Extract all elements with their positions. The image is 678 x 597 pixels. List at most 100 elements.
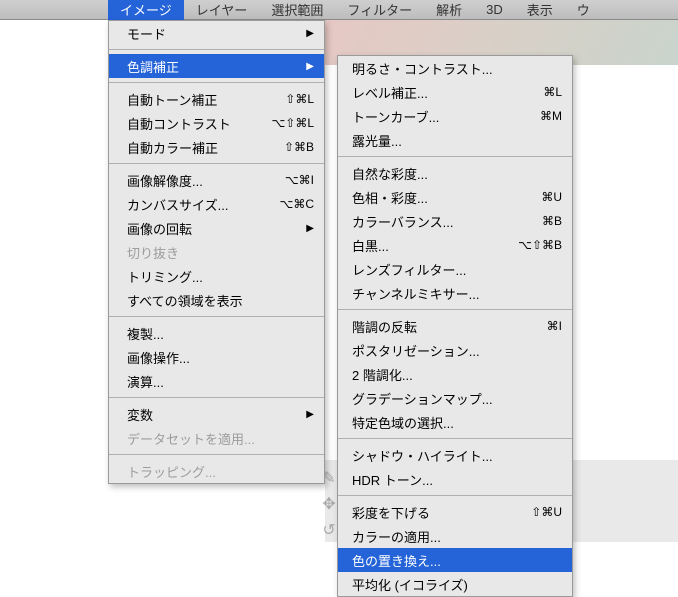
menu-item[interactable]: 色の置き換え...: [338, 548, 572, 572]
menu-item-shortcut: ⌘M: [540, 109, 562, 123]
menu-item[interactable]: カラーバランス... ⌘B: [338, 209, 572, 233]
menu-item-label: 自然な彩度...: [352, 164, 562, 183]
menu-item[interactable]: ポスタリゼーション...: [338, 338, 572, 362]
menubar-item[interactable]: 3D: [474, 0, 515, 20]
menu-item-shortcut: ⌥⌘C: [280, 197, 315, 211]
menu-item: 切り抜き: [109, 240, 324, 264]
menu-item[interactable]: グラデーションマップ...: [338, 386, 572, 410]
menu-item[interactable]: 色相・彩度...⌘U: [338, 185, 572, 209]
menu-item-label: 階調の反転: [352, 317, 539, 336]
menu-item[interactable]: レンズフィルター...: [338, 257, 572, 281]
menu-item[interactable]: シャドウ・ハイライト...: [338, 443, 572, 467]
menu-item-label: 明るさ・コントラスト...: [352, 59, 562, 78]
menu-item-label: 平均化 (イコライズ): [352, 575, 562, 594]
menu-item[interactable]: すべての領域を表示: [109, 288, 324, 312]
menu-item-label: 画像操作...: [127, 348, 314, 367]
menu-item-label: 切り抜き: [127, 243, 314, 262]
menu-item-label: 演算...: [127, 372, 314, 391]
menu-item[interactable]: 階調の反転⌘I: [338, 314, 572, 338]
menu-item-label: グラデーションマップ...: [352, 389, 562, 408]
menu-item-label: トーンカーブ...: [352, 107, 532, 126]
menu-item[interactable]: トリミング...: [109, 264, 324, 288]
menu-item-label: カラーの適用...: [352, 527, 562, 546]
menu-item[interactable]: モード ▶: [109, 21, 324, 45]
menu-item-label: 色の置き換え...: [352, 551, 562, 570]
menu-item[interactable]: 明るさ・コントラスト...: [338, 56, 572, 80]
menu-item[interactable]: 彩度を下げる⇧⌘U: [338, 500, 572, 524]
menubar-item[interactable]: レイヤー: [184, 0, 260, 20]
menu-separator: [338, 438, 572, 439]
menu-item[interactable]: 白黒... ⌥⇧⌘B: [338, 233, 572, 257]
menu-item-label: 白黒...: [352, 236, 510, 255]
menu-item[interactable]: カラーの適用...: [338, 524, 572, 548]
menu-item[interactable]: 変数▶: [109, 402, 324, 426]
menu-item[interactable]: 自動カラー補正⇧⌘B: [109, 135, 324, 159]
menubar-item[interactable]: 表示: [515, 0, 565, 20]
menu-item-label: カラーバランス...: [352, 212, 534, 231]
menu-item-label: シャドウ・ハイライト...: [352, 446, 562, 465]
submenu-arrow-icon: ▶: [306, 223, 314, 234]
submenu-arrow-icon: ▶: [306, 28, 314, 39]
menu-item[interactable]: 自然な彩度...: [338, 161, 572, 185]
menu-item[interactable]: 特定色域の選択...: [338, 410, 572, 434]
menubar-item[interactable]: フィルター: [335, 0, 424, 20]
menu-separator: [109, 49, 324, 50]
menu-item[interactable]: 色調補正 ▶: [109, 54, 324, 78]
menu-item-shortcut: ⌥⇧⌘L: [271, 116, 314, 130]
menu-item-shortcut: ⌘B: [542, 214, 562, 228]
menu-item-label: 自動カラー補正: [127, 138, 276, 157]
menu-item-label: 複製...: [127, 324, 314, 343]
menu-item-label: 露光量...: [352, 131, 562, 150]
menu-item[interactable]: 自動トーン補正⇧⌘L: [109, 87, 324, 111]
menu-item: データセットを適用...: [109, 426, 324, 450]
submenu-arrow-icon: ▶: [306, 61, 314, 72]
menu-item[interactable]: 自動コントラスト⌥⇧⌘L: [109, 111, 324, 135]
menu-item-label: トリミング...: [127, 267, 314, 286]
menu-separator: [109, 163, 324, 164]
menu-separator: [109, 397, 324, 398]
menubar-item[interactable]: ウ: [565, 0, 602, 20]
menu-item[interactable]: HDR トーン...: [338, 467, 572, 491]
menubar-item[interactable]: イメージ: [108, 0, 184, 20]
menu-item-label: トラッピング...: [127, 462, 314, 481]
menu-item-label: 2 階調化...: [352, 365, 562, 384]
menu-separator: [338, 309, 572, 310]
menu-item-shortcut: ⌥⇧⌘B: [518, 238, 562, 252]
menu-item[interactable]: レベル補正... ⌘L: [338, 80, 572, 104]
menu-item-label: 色調補正: [127, 57, 300, 76]
menu-item[interactable]: 複製...: [109, 321, 324, 345]
menu-item[interactable]: 2 階調化...: [338, 362, 572, 386]
menu-separator: [338, 156, 572, 157]
app-menubar: イメージレイヤー選択範囲フィルター解析3D表示ウ: [0, 0, 678, 20]
menubar-item[interactable]: 解析: [424, 0, 474, 20]
color-adjustments-submenu: 明るさ・コントラスト... レベル補正... ⌘L トーンカーブ... ⌘M 露光量...…: [337, 55, 573, 597]
menu-item[interactable]: 平均化 (イコライズ): [338, 572, 572, 596]
menu-item-label: モード: [127, 24, 300, 43]
menu-item-label: 画像解像度...: [127, 171, 277, 190]
menu-item[interactable]: トーンカーブ... ⌘M: [338, 104, 572, 128]
menu-item[interactable]: チャンネルミキサー...: [338, 281, 572, 305]
menu-item[interactable]: 画像解像度... ⌥⌘I: [109, 168, 324, 192]
menu-item-label: データセットを適用...: [127, 429, 314, 448]
menu-item-label: すべての領域を表示: [127, 291, 314, 310]
menubar-item[interactable]: 選択範囲: [259, 0, 335, 20]
menu-item-label: ポスタリゼーション...: [352, 341, 562, 360]
menu-item-label: 特定色域の選択...: [352, 413, 562, 432]
menu-item-shortcut: ⌘L: [543, 85, 562, 99]
menu-separator: [109, 454, 324, 455]
menu-item: トラッピング...: [109, 459, 324, 483]
menu-item[interactable]: 画像操作...: [109, 345, 324, 369]
menu-item[interactable]: カンバスサイズ... ⌥⌘C: [109, 192, 324, 216]
menu-item-label: チャンネルミキサー...: [352, 284, 562, 303]
menu-item-label: レベル補正...: [352, 83, 535, 102]
menu-item-shortcut: ⌥⌘I: [285, 173, 314, 187]
menu-item[interactable]: 画像の回転 ▶: [109, 216, 324, 240]
menu-item[interactable]: 露光量...: [338, 128, 572, 152]
menu-item-label: 色相・彩度...: [352, 188, 533, 207]
menu-item-label: カンバスサイズ...: [127, 195, 272, 214]
menu-item-shortcut: ⇧⌘L: [285, 92, 314, 106]
menu-item-label: HDR トーン...: [352, 470, 562, 489]
menu-item-label: 変数: [127, 405, 300, 424]
menu-item[interactable]: 演算...: [109, 369, 324, 393]
menu-item-label: 画像の回転: [127, 219, 300, 238]
